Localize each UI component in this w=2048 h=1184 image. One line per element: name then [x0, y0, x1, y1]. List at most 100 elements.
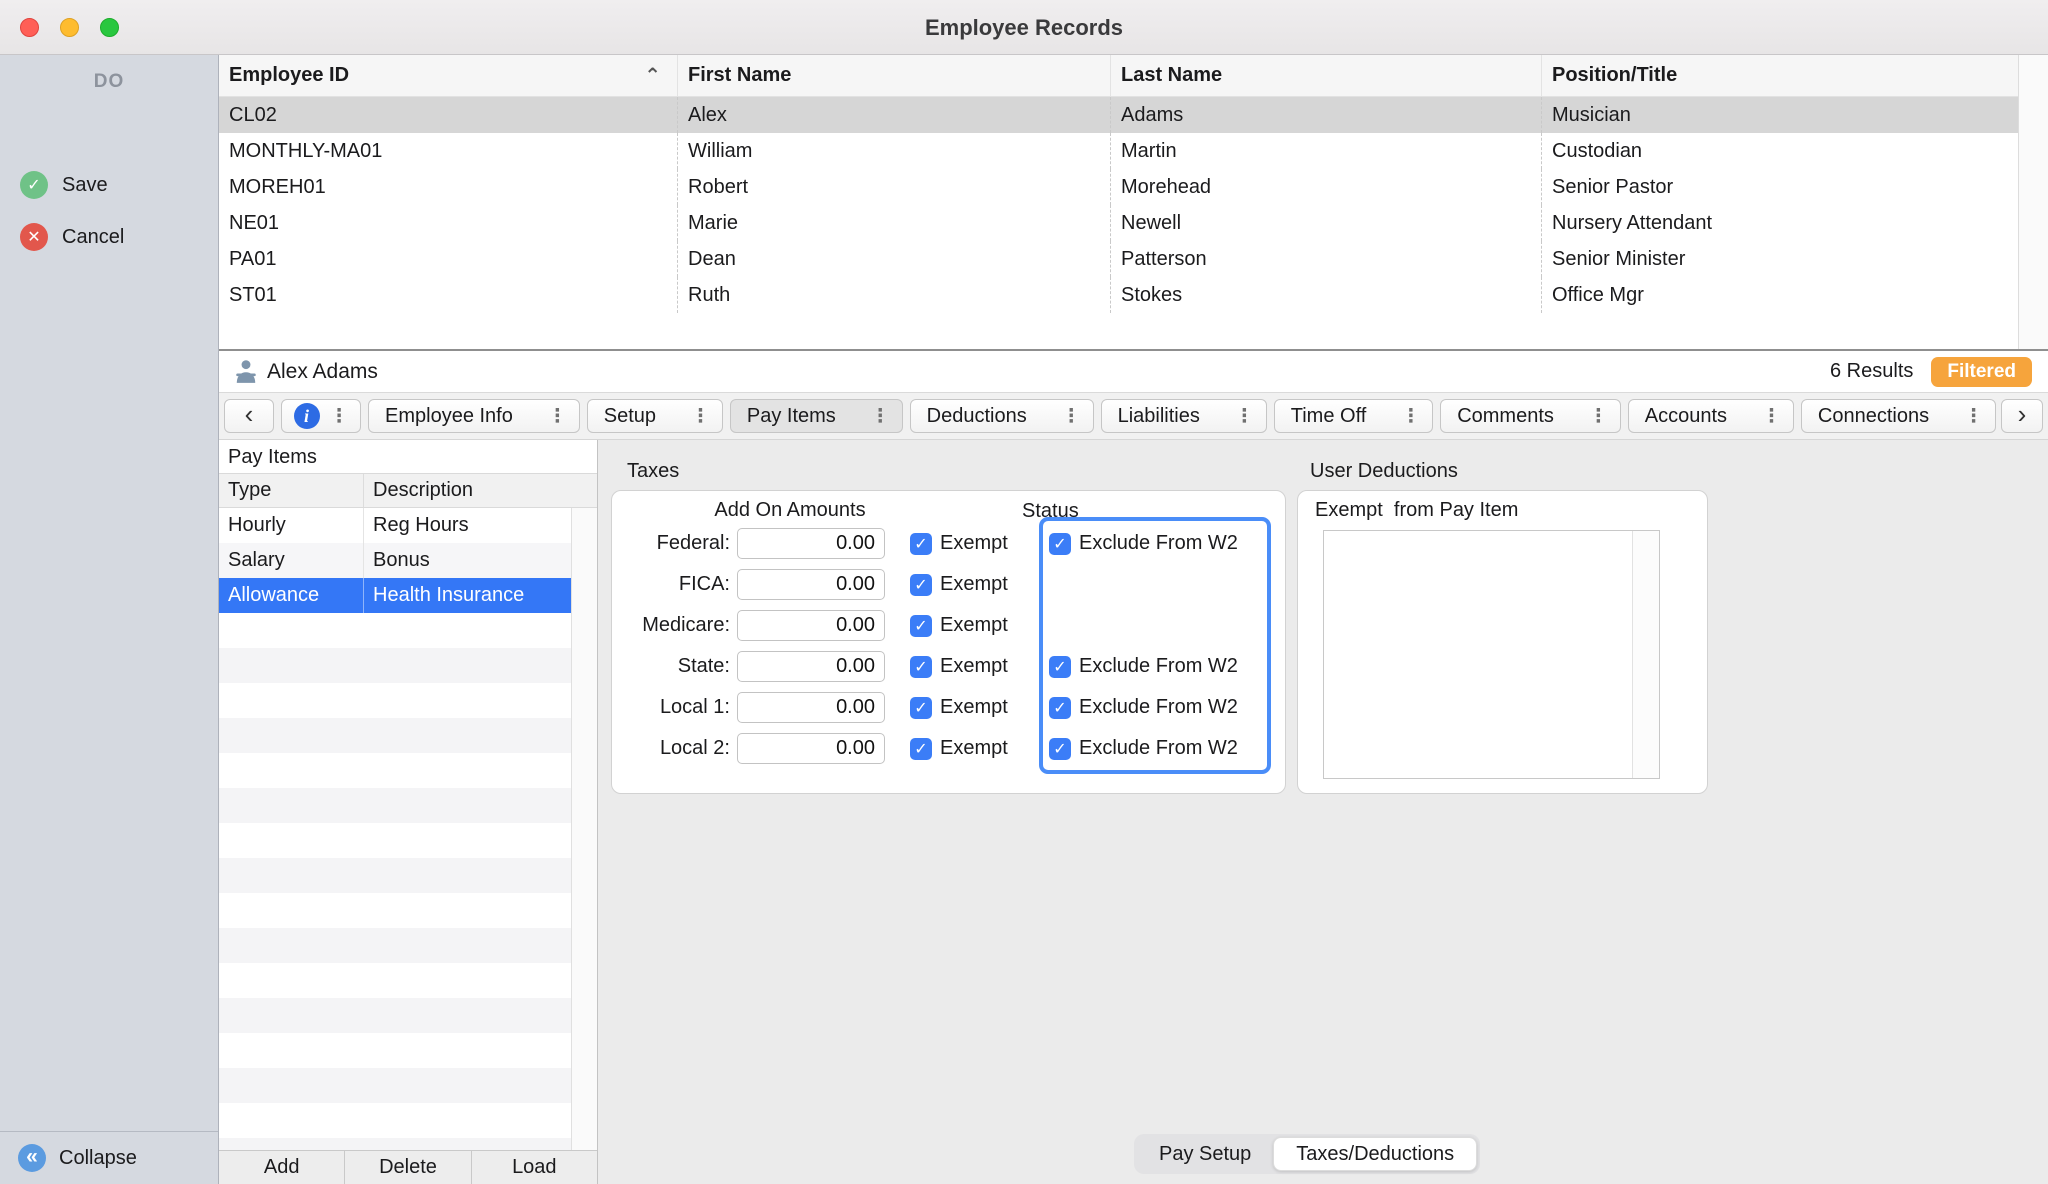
- save-button[interactable]: ✓ Save: [0, 163, 218, 207]
- tab-pay-items[interactable]: Pay Items ⋮: [729, 399, 903, 433]
- overflow-menu-icon[interactable]: ⋮: [1062, 405, 1081, 428]
- overflow-menu-icon[interactable]: ⋮: [1589, 405, 1608, 428]
- pay-items-empty-rows: [219, 613, 571, 1150]
- tax-row-label: Medicare:: [642, 614, 730, 636]
- overflow-menu-icon[interactable]: ⋮: [1762, 405, 1781, 428]
- exclude-w2-label: Exclude From W2: [1079, 696, 1238, 718]
- info-icon: i: [293, 403, 320, 429]
- close-window-button[interactable]: [20, 18, 39, 37]
- pay-items-scrollbar[interactable]: [571, 508, 597, 1150]
- tab-info[interactable]: i ⋮: [281, 399, 361, 433]
- employee-table-scrollbar[interactable]: [2018, 55, 2048, 349]
- collapse-button[interactable]: « Collapse: [0, 1131, 218, 1184]
- employee-row[interactable]: MONTHLY-MA01 William Martin Custodian: [219, 133, 2018, 169]
- overflow-menu-icon[interactable]: ⋮: [691, 405, 710, 428]
- record-bar: Alex Adams 6 Results Filtered: [219, 351, 2048, 393]
- addon-input-federal[interactable]: [737, 528, 885, 559]
- overflow-menu-icon[interactable]: ⋮: [1964, 405, 1983, 428]
- addon-input-state[interactable]: [737, 651, 885, 682]
- overflow-menu-icon[interactable]: ⋮: [548, 405, 567, 428]
- exempt-checkbox-state[interactable]: [910, 655, 932, 678]
- exempt-list-scrollbar[interactable]: [1632, 531, 1659, 778]
- exempt-checkbox-fica[interactable]: [910, 573, 932, 596]
- tab-employee-info[interactable]: Employee Info ⋮: [368, 399, 580, 433]
- next-tabs-button[interactable]: ›: [2001, 399, 2043, 433]
- collapse-button-label: Collapse: [59, 1146, 137, 1169]
- column-header-employee-id[interactable]: Employee ID ⌃: [219, 55, 677, 96]
- cell-position: Office Mgr: [1541, 277, 2018, 313]
- tab-label: Connections: [1817, 404, 1930, 427]
- load-button[interactable]: Load: [470, 1151, 597, 1184]
- column-header-label: Employee ID: [229, 64, 350, 86]
- column-header-last-name[interactable]: Last Name: [1110, 55, 1541, 96]
- employee-row[interactable]: NE01 Marie Newell Nursery Attendant: [219, 205, 2018, 241]
- exclude-w2-checkbox-state[interactable]: [1049, 655, 1071, 678]
- save-check-icon: ✓: [20, 171, 48, 199]
- column-header-description[interactable]: Description: [363, 474, 597, 507]
- cell-position: Custodian: [1541, 133, 2018, 169]
- pay-item-row[interactable]: Salary Bonus: [219, 543, 571, 578]
- previous-record-button[interactable]: ‹: [224, 399, 274, 433]
- addon-input-fica[interactable]: [737, 569, 885, 600]
- pay-detail-tabs: Pay Setup Taxes/Deductions: [1134, 1134, 1481, 1174]
- addon-input-local2[interactable]: [737, 733, 885, 764]
- tab-deductions[interactable]: Deductions ⋮: [909, 399, 1094, 433]
- column-header-position[interactable]: Position/Title: [1541, 55, 2048, 96]
- tab-liabilities[interactable]: Liabilities ⋮: [1100, 399, 1267, 433]
- addon-input-medicare[interactable]: [737, 610, 885, 641]
- exempt-checkbox-medicare[interactable]: [910, 614, 932, 637]
- column-header-type[interactable]: Type: [219, 474, 363, 507]
- cell-last-name: Adams: [1110, 97, 1541, 133]
- column-header-label: Last Name: [1121, 64, 1223, 86]
- employee-row[interactable]: CL02 Alex Adams Musician: [219, 97, 2018, 133]
- exclude-w2-checkbox-local1[interactable]: [1049, 696, 1071, 719]
- tax-row-label: Local 2:: [659, 737, 730, 759]
- sidebar-header: DO: [93, 71, 125, 92]
- zoom-window-button[interactable]: [100, 18, 119, 37]
- cell-position: Senior Pastor: [1541, 169, 2018, 205]
- pay-items-panel: Pay Items Type Description Hourly Reg Ho…: [219, 440, 598, 1184]
- cell-first-name: Alex: [677, 97, 1110, 133]
- save-button-label: Save: [62, 173, 108, 196]
- exempt-pay-item-list[interactable]: [1323, 530, 1660, 779]
- status-header: Status: [1022, 500, 1079, 522]
- tab-setup[interactable]: Setup ⋮: [586, 399, 723, 433]
- tab-connections[interactable]: Connections ⋮: [1800, 399, 1996, 433]
- overflow-menu-icon[interactable]: ⋮: [871, 405, 890, 428]
- tab-accounts[interactable]: Accounts ⋮: [1627, 399, 1794, 433]
- employee-row[interactable]: ST01 Ruth Stokes Office Mgr: [219, 277, 2018, 313]
- add-button[interactable]: Add: [219, 1151, 344, 1184]
- filtered-badge[interactable]: Filtered: [1931, 356, 2032, 387]
- cell-first-name: Robert: [677, 169, 1110, 205]
- cell-employee-id: CL02: [229, 104, 277, 126]
- person-icon: [236, 359, 256, 383]
- tab-comments[interactable]: Comments ⋮: [1440, 399, 1621, 433]
- delete-button[interactable]: Delete: [344, 1151, 470, 1184]
- tab-pay-setup[interactable]: Pay Setup: [1137, 1137, 1273, 1171]
- exempt-checkbox-federal[interactable]: [910, 532, 932, 555]
- cell-description: Reg Hours: [363, 508, 571, 543]
- addon-input-local1[interactable]: [737, 692, 885, 723]
- overflow-menu-icon[interactable]: ⋮: [1401, 405, 1420, 428]
- pay-item-row[interactable]: Allowance Health Insurance: [219, 578, 571, 613]
- overflow-menu-icon[interactable]: ⋮: [1235, 405, 1254, 428]
- employee-row[interactable]: PA01 Dean Patterson Senior Minister: [219, 241, 2018, 277]
- column-header-first-name[interactable]: First Name: [677, 55, 1110, 96]
- tax-row-federal: Federal: Exempt Exclude From W2: [612, 523, 1273, 564]
- exclude-w2-checkbox-local2[interactable]: [1049, 737, 1071, 760]
- minimize-window-button[interactable]: [60, 18, 79, 37]
- overflow-menu-icon[interactable]: ⋮: [330, 405, 349, 428]
- exempt-checkbox-local2[interactable]: [910, 737, 932, 760]
- exclude-w2-checkbox-federal[interactable]: [1049, 532, 1071, 555]
- taxes-group: Add On Amounts Status Federal: Exempt Ex…: [611, 490, 1286, 794]
- cell-last-name: Newell: [1110, 205, 1541, 241]
- cancel-button[interactable]: ✕ Cancel: [0, 215, 218, 259]
- pay-item-row[interactable]: Hourly Reg Hours: [219, 508, 571, 543]
- cell-employee-id: MONTHLY-MA01: [229, 140, 383, 162]
- tab-taxes-deductions[interactable]: Taxes/Deductions: [1273, 1137, 1478, 1171]
- employee-row[interactable]: MOREH01 Robert Morehead Senior Pastor: [219, 169, 2018, 205]
- tax-row-label: FICA:: [678, 573, 730, 595]
- tab-time-off[interactable]: Time Off ⋮: [1273, 399, 1434, 433]
- exempt-checkbox-local1[interactable]: [910, 696, 932, 719]
- tax-row-label: Federal:: [656, 532, 730, 554]
